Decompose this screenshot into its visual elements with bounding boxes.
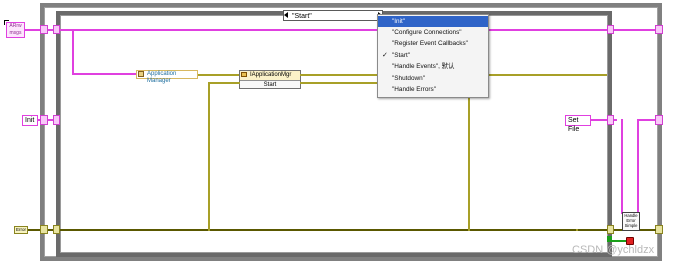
menu-item-configure-connections[interactable]: "Configure Connections" — [378, 27, 488, 38]
menu-item-register-event-callbacks[interactable]: "Register Event Callbacks" — [378, 38, 488, 49]
wire-error-to-method — [208, 82, 240, 84]
app-manager-node[interactable]: Application Manager — [136, 70, 198, 84]
wire-error-up — [208, 82, 210, 231]
shift-register-left-state[interactable] — [40, 115, 48, 125]
handle-error-label: Handle Error Simple — [624, 213, 638, 228]
wire-state-vertical — [621, 119, 623, 214]
wire-class-to-method — [198, 74, 240, 76]
menu-item-handle-errors[interactable]: "Handle Errors" — [378, 84, 488, 95]
wire-state-to-register — [637, 119, 657, 121]
case-selector[interactable]: "Start" — [283, 10, 383, 21]
case-selector-menu[interactable]: "Init" "Configure Connections" "Register… — [377, 14, 489, 98]
loop-iteration-terminal — [607, 236, 612, 241]
menu-item-handle-events[interactable]: "Handle Events", 默认 — [378, 61, 488, 72]
init-enum-constant[interactable]: Init — [22, 115, 38, 126]
tunnel-right-error[interactable] — [607, 225, 614, 234]
shift-register-right-state[interactable] — [655, 115, 663, 125]
check-icon: ✓ — [382, 52, 388, 59]
tunnel-right-top[interactable] — [607, 25, 614, 34]
tunnel-left-state[interactable] — [53, 115, 60, 125]
wire-error-bottom — [28, 229, 623, 231]
case-selector-value: "Start" — [292, 13, 312, 20]
tunnel-left-top[interactable] — [53, 25, 60, 34]
error-in-terminal[interactable]: Error — [14, 226, 28, 234]
wire-error-up-right — [576, 229, 578, 231]
method-name-label: Start — [263, 82, 277, 88]
tunnel-right-state[interactable] — [607, 115, 614, 125]
menu-item-init[interactable]: "Init" — [378, 16, 488, 27]
method-node-icon — [241, 72, 247, 77]
wire-branch-vertical — [72, 30, 74, 75]
wire-reference-top — [25, 29, 657, 31]
app-manager-icon — [138, 71, 144, 77]
method-node-start[interactable]: IApplicationMgr Start — [239, 70, 301, 89]
shift-register-right-top[interactable] — [655, 25, 663, 34]
wire-method-out — [300, 74, 378, 76]
set-file-enum-label: Set File — [568, 117, 580, 133]
wire-error-method-out — [300, 82, 378, 84]
wire-error-menu-right — [468, 82, 470, 231]
menu-item-start[interactable]: ✓ "Start" — [378, 50, 488, 61]
method-class-label: IApplicationMgr — [250, 72, 292, 78]
wire-error-out — [640, 229, 656, 231]
shift-register-right-error[interactable] — [655, 225, 663, 234]
shift-register-left-top[interactable] — [40, 25, 48, 34]
watermark: CSDN @ychldzx — [572, 244, 655, 256]
array-terminal-corner-icon — [4, 20, 9, 25]
handle-error-node[interactable]: Handle Error Simple — [622, 212, 640, 231]
array-terminal-label: ARrw msgs — [9, 23, 22, 36]
shift-register-left-error[interactable] — [40, 225, 48, 234]
set-file-enum-constant[interactable]: Set File — [565, 115, 591, 133]
method-class-header: IApplicationMgr — [240, 71, 300, 81]
wire-state-up — [637, 119, 639, 214]
error-in-label: Error — [16, 227, 26, 232]
app-manager-label: Application Manager — [147, 71, 177, 84]
tunnel-left-error[interactable] — [53, 225, 60, 234]
wire-branch-horizontal — [72, 73, 137, 75]
menu-item-shutdown[interactable]: "Shutdown" — [378, 73, 488, 84]
case-structure-inner-border — [60, 15, 608, 253]
case-selector-decrement-icon[interactable] — [284, 12, 288, 18]
init-enum-label: Init — [25, 117, 35, 124]
wire-method-out-continued — [489, 74, 607, 76]
